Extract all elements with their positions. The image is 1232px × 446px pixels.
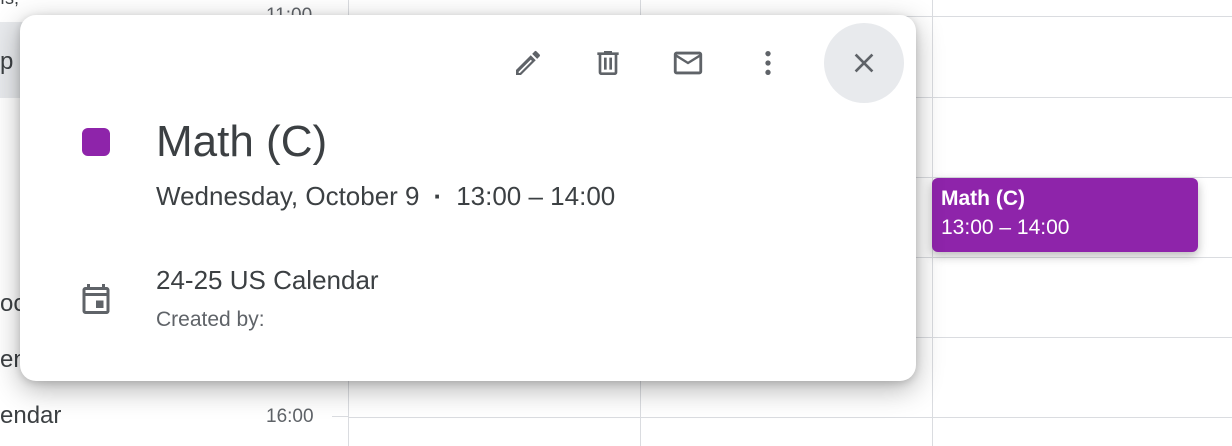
event-color-swatch [82,128,110,156]
sidebar-partial-text: ıs, [0,0,19,9]
grid-hour-line [348,417,1232,418]
created-by-label: Created by: [156,308,265,331]
pencil-icon [516,50,541,75]
time-label: 16:00 [266,406,314,427]
event-details-popover: Math (C) Wednesday, October 9 · 13:00 – 14… [20,15,916,381]
delete-event-button[interactable] [580,35,636,91]
edit-event-button[interactable] [500,35,556,91]
close-button[interactable] [824,23,904,103]
calendar-icon [82,284,110,314]
time-tick [332,416,348,417]
event-time: 13:00 – 14:00 [456,181,616,211]
event-date-time: Wednesday, October 9 · 13:00 – 14:00 [156,179,615,213]
event-chip-title: Math (C) [941,187,1025,210]
sidebar-partial-text: endar [0,402,62,429]
event-title: Math (C) [156,117,328,166]
calendar-name: 24-25 US Calendar [156,265,379,295]
more-options-button[interactable] [740,35,796,91]
trash-icon [597,51,619,75]
event-chip[interactable]: Math (C) 13:00 – 14:00 [932,178,1198,252]
close-icon [854,53,874,73]
mail-icon [673,51,703,75]
sidebar-partial-text: p [0,48,14,75]
more-vert-icon [765,51,771,75]
event-chip-time: 13:00 – 14:00 [941,216,1070,239]
email-guests-button[interactable] [660,35,716,91]
event-date: Wednesday, October 9 [156,181,420,211]
separator-dot: · [433,181,443,211]
